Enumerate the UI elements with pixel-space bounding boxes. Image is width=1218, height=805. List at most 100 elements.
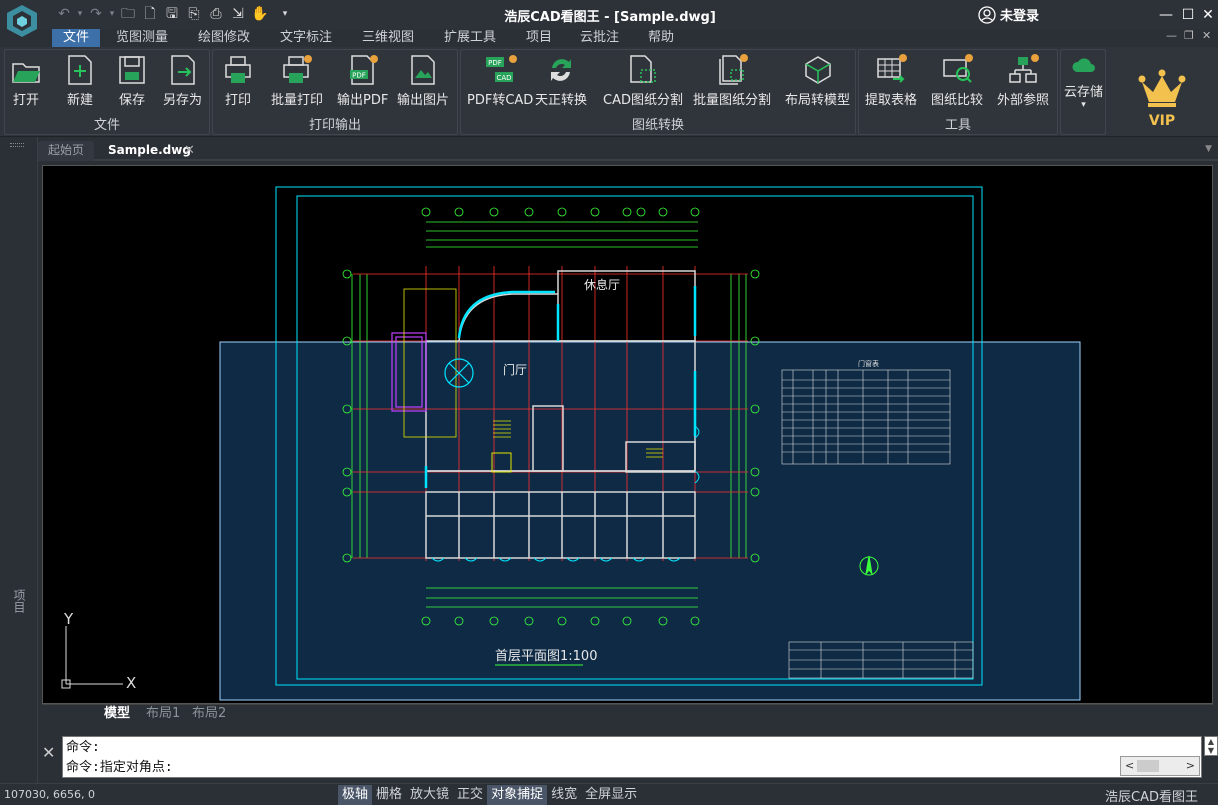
new-button[interactable]: 新建 — [65, 54, 95, 108]
status-toggle-1[interactable]: 栅格 — [372, 785, 406, 805]
menu-text-dimension[interactable]: 文字标注 — [272, 29, 340, 47]
saveas-icon[interactable]: ⎘ — [184, 5, 204, 23]
print-icon[interactable]: ⎙ — [206, 5, 226, 23]
command-history[interactable]: 命令: 命令:指定对角点: — [62, 736, 1202, 778]
layout-tab-layout2[interactable]: 布局2 — [188, 705, 230, 723]
menu-help[interactable]: 帮助 — [640, 29, 682, 47]
user-login[interactable]: 未登录 — [978, 5, 1039, 24]
save-icon[interactable]: 🖫 — [162, 5, 182, 23]
top-dimensions — [426, 221, 698, 248]
doc-minimize-button[interactable]: — — [1166, 29, 1177, 42]
tab-start-page[interactable]: 起始页 — [38, 141, 95, 161]
xref-icon — [1009, 54, 1039, 83]
pdf-to-cad-button[interactable]: PDF CAD PDF转CAD — [467, 54, 533, 108]
menu-bar: 文件 览图测量 绘图修改 文字标注 三维视图 扩展工具 项目 云批注 帮助 — … — [0, 29, 1218, 47]
ucs-y-label: Y — [63, 610, 74, 628]
status-toggle-3[interactable]: 正交 — [453, 785, 487, 805]
scroll-thumb[interactable] — [1137, 760, 1159, 772]
cad-drawing[interactable]: 休息厅 门厅 门窗表 首层平面图1:100 Y X — [43, 166, 1213, 704]
open-folder-icon[interactable]: 🗀 — [118, 5, 138, 23]
status-toggle-2[interactable]: 放大镜 — [406, 785, 453, 805]
group-label-file: 文件 — [93, 118, 120, 133]
cloud-storage-button[interactable]: 云存储 ▾ — [1064, 54, 1103, 110]
menu-view-measure[interactable]: 览图测量 — [108, 29, 176, 47]
tianzheng-convert-button[interactable]: 天正转换 — [535, 54, 587, 108]
export-pdf-button[interactable]: PDF 输出PDF — [337, 54, 388, 108]
group-convert: PDF CAD PDF转CAD 天正转换 CAD图纸分割 批量图纸分割 布局转模型… — [460, 49, 856, 135]
saveas-icon — [170, 55, 195, 85]
save-as-button[interactable]: 另存为 — [163, 54, 202, 108]
scroll-left-icon[interactable]: < — [1125, 759, 1134, 772]
user-icon — [978, 5, 996, 24]
close-window-button[interactable]: ✕ — [1198, 6, 1218, 24]
batch-split-button[interactable]: 批量图纸分割 — [693, 54, 771, 108]
layout-tab-model[interactable]: 模型 — [100, 705, 134, 723]
schedule-title: 门窗表 — [858, 359, 879, 368]
customize-dropdown-icon[interactable]: ▾ — [272, 5, 298, 23]
tab-list-dropdown-icon[interactable]: ▼ — [1205, 144, 1212, 154]
cursor-coordinates: 107030, 6656, 0 — [4, 788, 95, 801]
open-button[interactable]: 打开 — [11, 54, 41, 108]
export-icon[interactable]: ⇲ — [228, 5, 248, 23]
undo-dropdown-icon[interactable]: ▾ — [76, 5, 84, 23]
status-toggle-4[interactable]: 对象捕捉 — [487, 785, 548, 805]
table-icon — [877, 54, 907, 83]
status-toggle-5[interactable]: 线宽 — [547, 785, 581, 805]
print-button[interactable]: 打印 — [223, 54, 253, 108]
menu-3d-view[interactable]: 三维视图 — [354, 29, 422, 47]
menu-draw-modify[interactable]: 绘图修改 — [190, 29, 258, 47]
command-panel: ✕ 命令: 命令:指定对角点: ▲ ▼ < > — [38, 735, 1218, 779]
batch-print-button[interactable]: 批量打印 — [271, 54, 323, 108]
project-side-panel[interactable]: 项目 — [0, 137, 38, 785]
redo-icon[interactable]: ↷ — [86, 5, 106, 23]
user-status: 未登录 — [1000, 9, 1040, 24]
command-close-icon[interactable]: ✕ — [42, 743, 55, 762]
drafting-toggles: 极轴 栅格 放大镜 正交 对象捕捉 线宽 全屏显示 — [338, 785, 641, 805]
command-line-2: 命令:指定对角点: — [66, 760, 173, 775]
status-brand: 浩辰CAD看图王 — [1105, 790, 1198, 805]
status-toggle-0[interactable]: 极轴 — [338, 785, 373, 805]
group-file: 打开 新建 保存 另存为 文件 — [4, 49, 210, 135]
cloud-dropdown-icon[interactable]: ▾ — [1064, 100, 1103, 110]
quick-access-toolbar: ↶ ▾ ↷ ▾ 🗀 🗋 🖫 ⎘ ⎙ ⇲ ✋ ▾ — [54, 5, 298, 23]
ucs-axis-icon — [61, 626, 123, 689]
doc-close-button[interactable]: ✕ — [1202, 29, 1211, 42]
vip-crown-icon[interactable]: VIP — [1136, 69, 1188, 129]
pan-hand-icon[interactable]: ✋ — [250, 5, 270, 23]
cad-split-button[interactable]: CAD图纸分割 — [603, 54, 683, 108]
minimize-button[interactable]: — — [1156, 6, 1176, 24]
menu-project[interactable]: 项目 — [518, 29, 560, 47]
group-print: 打印 批量打印 PDF 输出PDF 输出图片 打印输出 — [212, 49, 458, 135]
undo-icon[interactable]: ↶ — [54, 5, 74, 23]
menu-cloud-annotation[interactable]: 云批注 — [572, 29, 627, 47]
redo-dropdown-icon[interactable]: ▾ — [108, 5, 116, 23]
status-toggle-6[interactable]: 全屏显示 — [581, 785, 641, 805]
drawing-canvas[interactable]: 休息厅 门厅 门窗表 首层平面图1:100 Y X — [42, 165, 1213, 704]
batch-split-icon — [719, 54, 748, 85]
tab-close-icon[interactable]: ✕ — [184, 143, 195, 158]
menu-file[interactable]: 文件 — [52, 29, 100, 47]
external-reference-button[interactable]: 外部参照 — [997, 54, 1049, 108]
compare-drawings-button[interactable]: 图纸比较 — [931, 54, 983, 108]
menu-extensions[interactable]: 扩展工具 — [436, 29, 504, 47]
doc-restore-button[interactable]: ❐ — [1184, 29, 1194, 42]
group-label-convert: 图纸转换 — [631, 118, 684, 133]
layout-to-model-button[interactable]: 布局转模型 — [785, 54, 850, 108]
pdf-export-icon: PDF — [349, 55, 378, 85]
command-hscroll[interactable]: < > — [1120, 756, 1200, 776]
save-button[interactable]: 保存 — [117, 54, 147, 108]
panel-grip[interactable] — [10, 143, 24, 147]
convert-arrows-icon — [551, 59, 571, 81]
svg-text:PDF: PDF — [352, 72, 366, 80]
export-image-button[interactable]: 输出图片 — [397, 54, 449, 108]
group-cloud: 云存储 ▾ — [1060, 49, 1106, 135]
project-panel-label[interactable]: 项目 — [11, 589, 28, 613]
command-scroll-icon[interactable]: ▲ ▼ — [1204, 736, 1218, 756]
scroll-right-icon[interactable]: > — [1186, 759, 1195, 772]
new-file-icon[interactable]: 🗋 — [140, 5, 160, 23]
command-line-1: 命令: — [66, 740, 100, 755]
layout-tab-layout1[interactable]: 布局1 — [142, 705, 184, 723]
maximize-button[interactable]: ☐ — [1178, 6, 1198, 24]
extract-table-button[interactable]: 提取表格 — [865, 54, 917, 108]
group-tools: 提取表格 图纸比较 外部参照 工具 — [858, 49, 1058, 135]
